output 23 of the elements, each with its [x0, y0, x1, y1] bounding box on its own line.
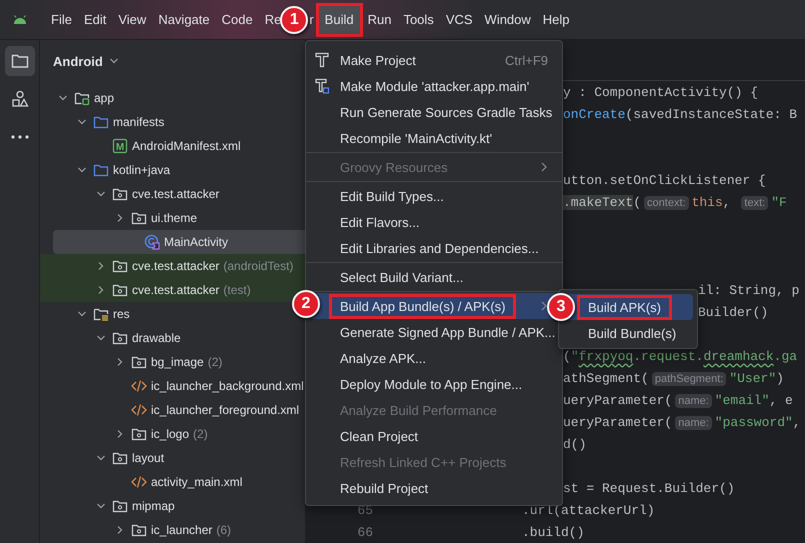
- item-count: (2): [193, 427, 208, 441]
- code-line: d(): [563, 436, 586, 452]
- shortcut-label: Ctrl+F9: [505, 52, 548, 68]
- item-count: (androidTest): [223, 259, 294, 273]
- code-line: ueryParameter( name: "email", e: [563, 392, 793, 408]
- code-line: .makeText( context: this, text: "F: [563, 194, 787, 210]
- code-line: ueryParameter( name: "password",: [563, 414, 801, 430]
- code-line: Builder(): [698, 304, 768, 320]
- code-line: y : ComponentActivity() {: [563, 84, 758, 100]
- line-number: 66: [356, 524, 373, 540]
- item-count: (test): [223, 283, 251, 297]
- code-line: .url(attackerUrl): [522, 502, 655, 518]
- code-line: .build(): [522, 524, 584, 540]
- code-line: ("frxpyoq.request.dreamhack.ga: [563, 348, 798, 364]
- callout-badge: 1: [280, 6, 308, 34]
- item-count: (2): [208, 355, 222, 369]
- code-line: utton.setOnClickListener {: [563, 172, 766, 188]
- code-line: onCreate(savedInstanceState: B: [563, 106, 798, 122]
- item-count: (6): [216, 523, 232, 537]
- code-line: athSegment( pathSegment: "User"): [563, 370, 784, 386]
- manifest-icon: M: [112, 138, 128, 154]
- code-line: il: String, p: [698, 282, 800, 298]
- code-line: st = Request.Builder(): [563, 480, 735, 496]
